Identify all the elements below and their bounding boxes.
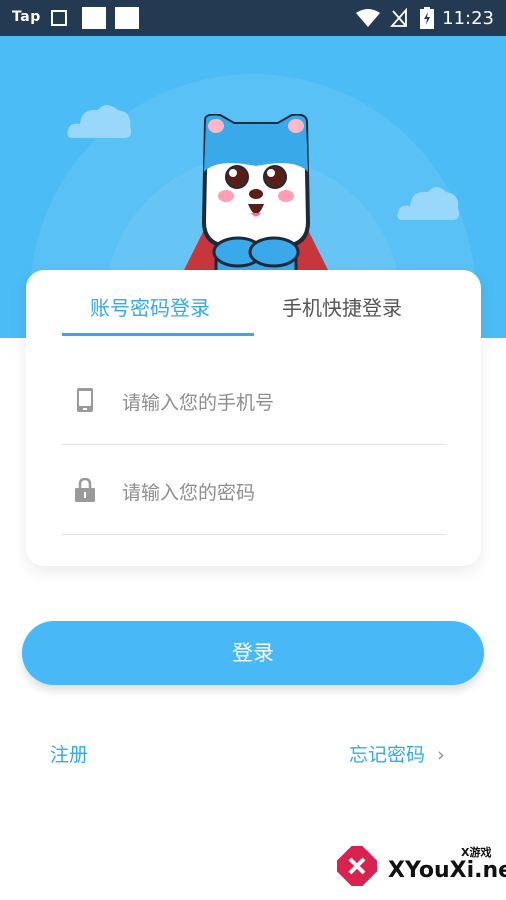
phone-field[interactable]: 请输入您的手机号: [62, 356, 446, 445]
status-bar: Tap 11:23: [0, 0, 506, 36]
register-link[interactable]: 注册: [50, 740, 88, 767]
active-tab-indicator: [62, 333, 254, 336]
wifi-icon: [356, 9, 380, 27]
password-field[interactable]: 请输入您的密码: [62, 446, 446, 535]
tab-sms-login[interactable]: 手机快捷登录: [282, 292, 402, 321]
login-card: 账号密码登录 手机快捷登录 请输入您的手机号 请输入您的密码: [26, 270, 481, 566]
forgot-password-label: 忘记密码: [349, 744, 426, 766]
notification-square-icon: [115, 7, 139, 29]
lock-icon: [75, 478, 95, 502]
phone-input[interactable]: 请输入您的手机号: [122, 388, 274, 415]
status-time: 11:23: [442, 8, 494, 29]
password-input[interactable]: 请输入您的密码: [122, 478, 255, 505]
login-button[interactable]: 登录: [22, 621, 484, 685]
cloud-decoration: [397, 187, 460, 220]
signal-icon: [390, 8, 407, 27]
image-icon: [51, 10, 67, 26]
watermark-brand: XYouXi.net: [388, 858, 506, 883]
status-carrier-label: Tap: [12, 9, 41, 25]
cloud-decoration: [67, 105, 132, 138]
chevron-right-icon: ›: [437, 744, 445, 766]
phone-icon: [77, 388, 93, 412]
forgot-password-link[interactable]: 忘记密码 ›: [349, 740, 445, 767]
battery-icon: [420, 7, 434, 29]
watermark-logo-icon: [337, 846, 377, 886]
mascot-illustration: [180, 114, 332, 278]
notification-square-icon: [82, 7, 106, 29]
tab-password-login[interactable]: 账号密码登录: [90, 292, 210, 321]
